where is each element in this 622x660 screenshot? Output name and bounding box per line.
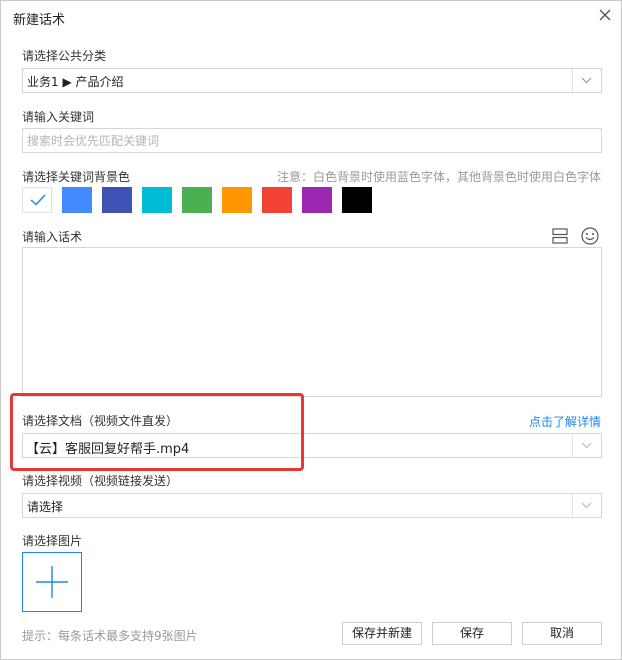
color-swatch[interactable]: [102, 187, 132, 213]
public-category-dropdown-arrow[interactable]: [572, 69, 601, 92]
dialog-window: 新建话术 请选择公共分类 业务1 ▶ 产品介绍 请输入关键词 请选择关键词背景色…: [0, 0, 622, 660]
color-swatch[interactable]: [302, 187, 332, 213]
public-category-label: 请选择公共分类: [22, 49, 107, 63]
dialog-title: 新建话术: [13, 13, 66, 28]
plus-icon: [36, 566, 68, 598]
color-swatch[interactable]: [222, 187, 252, 213]
chevron-down-icon: [581, 77, 592, 84]
learn-more-link[interactable]: 点击了解详情: [529, 413, 601, 430]
color-swatch[interactable]: [262, 187, 292, 213]
title-bar: 新建话术: [1, 1, 621, 31]
highlight-box: [10, 393, 304, 471]
save-and-new-button[interactable]: 保存并新建: [342, 622, 422, 645]
image-label: 请选择图片: [22, 534, 83, 548]
layout-icon[interactable]: [550, 226, 570, 246]
emoji-icon[interactable]: [580, 226, 600, 246]
keyword-color-note: 注意：白色背景时使用蓝色字体，其他背景色时使用白色字体: [276, 170, 601, 184]
video-label: 请选择视频（视频链接发送）: [22, 474, 179, 488]
color-swatch[interactable]: [62, 187, 92, 213]
video-select[interactable]: 请选择: [22, 493, 602, 518]
chevron-down-icon: [581, 502, 592, 509]
cancel-button[interactable]: 取消: [522, 622, 602, 645]
keyword-input[interactable]: [22, 128, 602, 153]
keyword-label: 请输入关键词: [22, 110, 95, 124]
color-swatch[interactable]: [182, 187, 212, 213]
keyword-color-label: 请选择关键词背景色: [22, 170, 131, 184]
add-image-button[interactable]: [22, 552, 82, 612]
save-button[interactable]: 保存: [432, 622, 512, 645]
image-limit-hint: 提示：每条话术最多支持9张图片: [22, 629, 198, 643]
document-select[interactable]: 【云】客服回复好帮手.mp4: [22, 433, 602, 458]
video-dropdown-arrow[interactable]: [572, 494, 601, 517]
document-dropdown-arrow[interactable]: [572, 434, 601, 457]
checkmark-icon: [30, 194, 46, 206]
script-textarea[interactable]: [22, 247, 602, 397]
color-swatch[interactable]: [342, 187, 372, 213]
public-category-select[interactable]: 业务1 ▶ 产品介绍: [22, 68, 602, 93]
document-label: 请选择文档（视频文件直发）: [22, 414, 179, 428]
chevron-down-icon: [581, 442, 592, 449]
document-value: 【云】客服回复好帮手.mp4: [26, 442, 190, 457]
script-label: 请输入话术: [22, 230, 83, 244]
color-swatch[interactable]: [142, 187, 172, 213]
color-swatch[interactable]: [22, 187, 52, 213]
video-value: 请选择: [27, 500, 64, 514]
public-category-value: 业务1 ▶ 产品介绍: [27, 75, 124, 89]
close-icon[interactable]: [595, 5, 615, 25]
